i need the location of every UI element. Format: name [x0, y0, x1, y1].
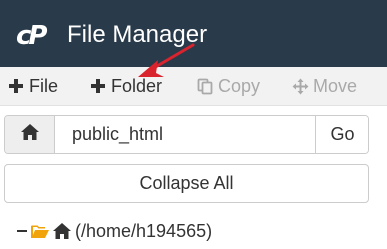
move-button[interactable]: Move — [292, 67, 357, 105]
home-button[interactable] — [5, 116, 55, 153]
folder-open-icon — [30, 223, 50, 240]
tree-root-item[interactable]: (/home/h194565) — [16, 219, 212, 243]
minus-icon[interactable] — [16, 222, 28, 240]
move-label: Move — [313, 75, 358, 96]
plus-icon — [8, 78, 24, 94]
home-icon — [20, 123, 40, 146]
app-header: cP File Manager — [0, 0, 387, 67]
new-folder-label: Folder — [111, 75, 163, 96]
copy-label: Copy — [218, 75, 261, 96]
toolbar: File Folder Copy Move — [0, 67, 387, 106]
copy-icon — [197, 78, 213, 95]
new-file-label: File — [29, 75, 59, 96]
new-file-button[interactable]: File — [8, 67, 58, 105]
move-icon — [292, 78, 309, 95]
app-title: File Manager — [67, 21, 208, 48]
cpanel-logo-icon: cP — [16, 21, 56, 51]
tree-root-label: (/home/h194565) — [75, 220, 213, 241]
home-icon — [52, 222, 72, 240]
collapse-all-button[interactable]: Collapse All — [4, 164, 369, 203]
svg-text:cP: cP — [16, 21, 47, 49]
plus-icon — [90, 78, 106, 94]
go-button[interactable]: Go — [315, 116, 368, 153]
path-bar: Go — [4, 115, 369, 154]
file-manager-window: cP File Manager File Folder Copy Move pu… — [0, 0, 387, 249]
copy-button[interactable]: Copy — [197, 67, 260, 105]
new-folder-button[interactable]: Folder — [90, 67, 162, 105]
path-input[interactable] — [55, 116, 315, 153]
